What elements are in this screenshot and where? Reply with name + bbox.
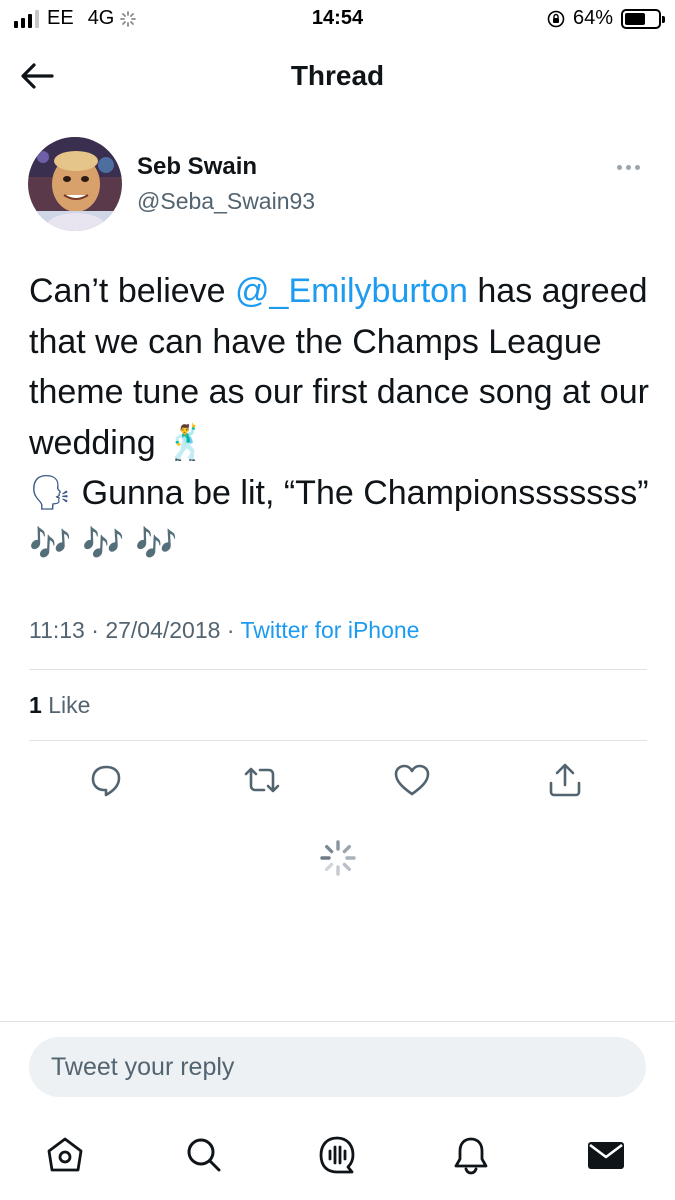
tweet-text-end: Gunna be lit, “The Championsssssss” <box>72 474 649 512</box>
like-count: 1 <box>29 692 42 718</box>
battery-fill <box>625 12 646 25</box>
share-button[interactable] <box>545 760 585 800</box>
thread-header: Thread <box>0 48 675 104</box>
spinner-icon <box>320 840 356 876</box>
share-icon <box>549 763 581 797</box>
status-right: 64% <box>547 7 665 30</box>
nav-home[interactable] <box>44 1134 86 1176</box>
meta-separator: · <box>91 617 99 643</box>
nav-notifications[interactable] <box>450 1134 492 1176</box>
tweet-meta: 11:13 · 27/04/2018 · Twitter for iPhone <box>29 617 419 644</box>
user-handle[interactable]: @Seba_Swain93 <box>137 188 315 215</box>
battery-percent: 64% <box>572 7 613 29</box>
divider <box>29 669 647 670</box>
retweet-button[interactable] <box>242 760 282 800</box>
orientation-lock-icon <box>547 10 565 27</box>
meta-separator: · <box>226 617 235 643</box>
bell-icon <box>454 1137 488 1175</box>
tweet-date: 27/04/2018 <box>105 617 221 643</box>
dancer-emoji: 🕺 <box>165 422 208 463</box>
reply-divider <box>0 1021 675 1022</box>
like-label: Like <box>48 692 91 718</box>
search-icon <box>187 1138 221 1172</box>
more-horizontal-icon <box>616 164 622 170</box>
mention-link[interactable]: @_Emilyburton <box>235 272 468 310</box>
retweet-icon <box>244 767 280 793</box>
nav-search[interactable] <box>182 1134 224 1176</box>
battery-icon <box>621 8 665 29</box>
envelope-icon <box>588 1142 624 1169</box>
avatar-image <box>28 137 122 231</box>
tweet-text: Can’t believe @_Emilyburton has agreed t… <box>29 266 649 569</box>
spaces-icon <box>319 1136 355 1174</box>
tweet-text-start: Can’t believe <box>29 272 236 310</box>
home-icon <box>47 1137 83 1172</box>
more-dot <box>634 164 640 170</box>
music-notes-emoji: 🎶 🎶 🎶 <box>29 523 178 564</box>
tweet-time: 11:13 <box>29 617 85 643</box>
speaking-head-emoji: 🗣 <box>29 473 73 513</box>
display-name[interactable]: Seb Swain <box>137 153 257 181</box>
status-bar: EE 4G 14:54 64% <box>0 0 675 40</box>
heart-icon <box>394 764 430 796</box>
page-title: Thread <box>290 60 385 91</box>
source-link[interactable]: Twitter for iPhone <box>240 617 419 643</box>
reply-input[interactable] <box>29 1037 646 1097</box>
divider <box>29 740 647 741</box>
comment-icon <box>91 765 121 797</box>
nav-messages[interactable] <box>585 1134 627 1176</box>
reply-button[interactable] <box>86 760 126 800</box>
like-count-link[interactable]: 1 Like <box>29 692 90 719</box>
nav-spaces[interactable] <box>316 1134 358 1176</box>
more-dot <box>625 164 631 170</box>
avatar[interactable] <box>28 137 122 231</box>
more-options-button[interactable] <box>608 155 648 179</box>
like-button[interactable] <box>392 760 432 800</box>
